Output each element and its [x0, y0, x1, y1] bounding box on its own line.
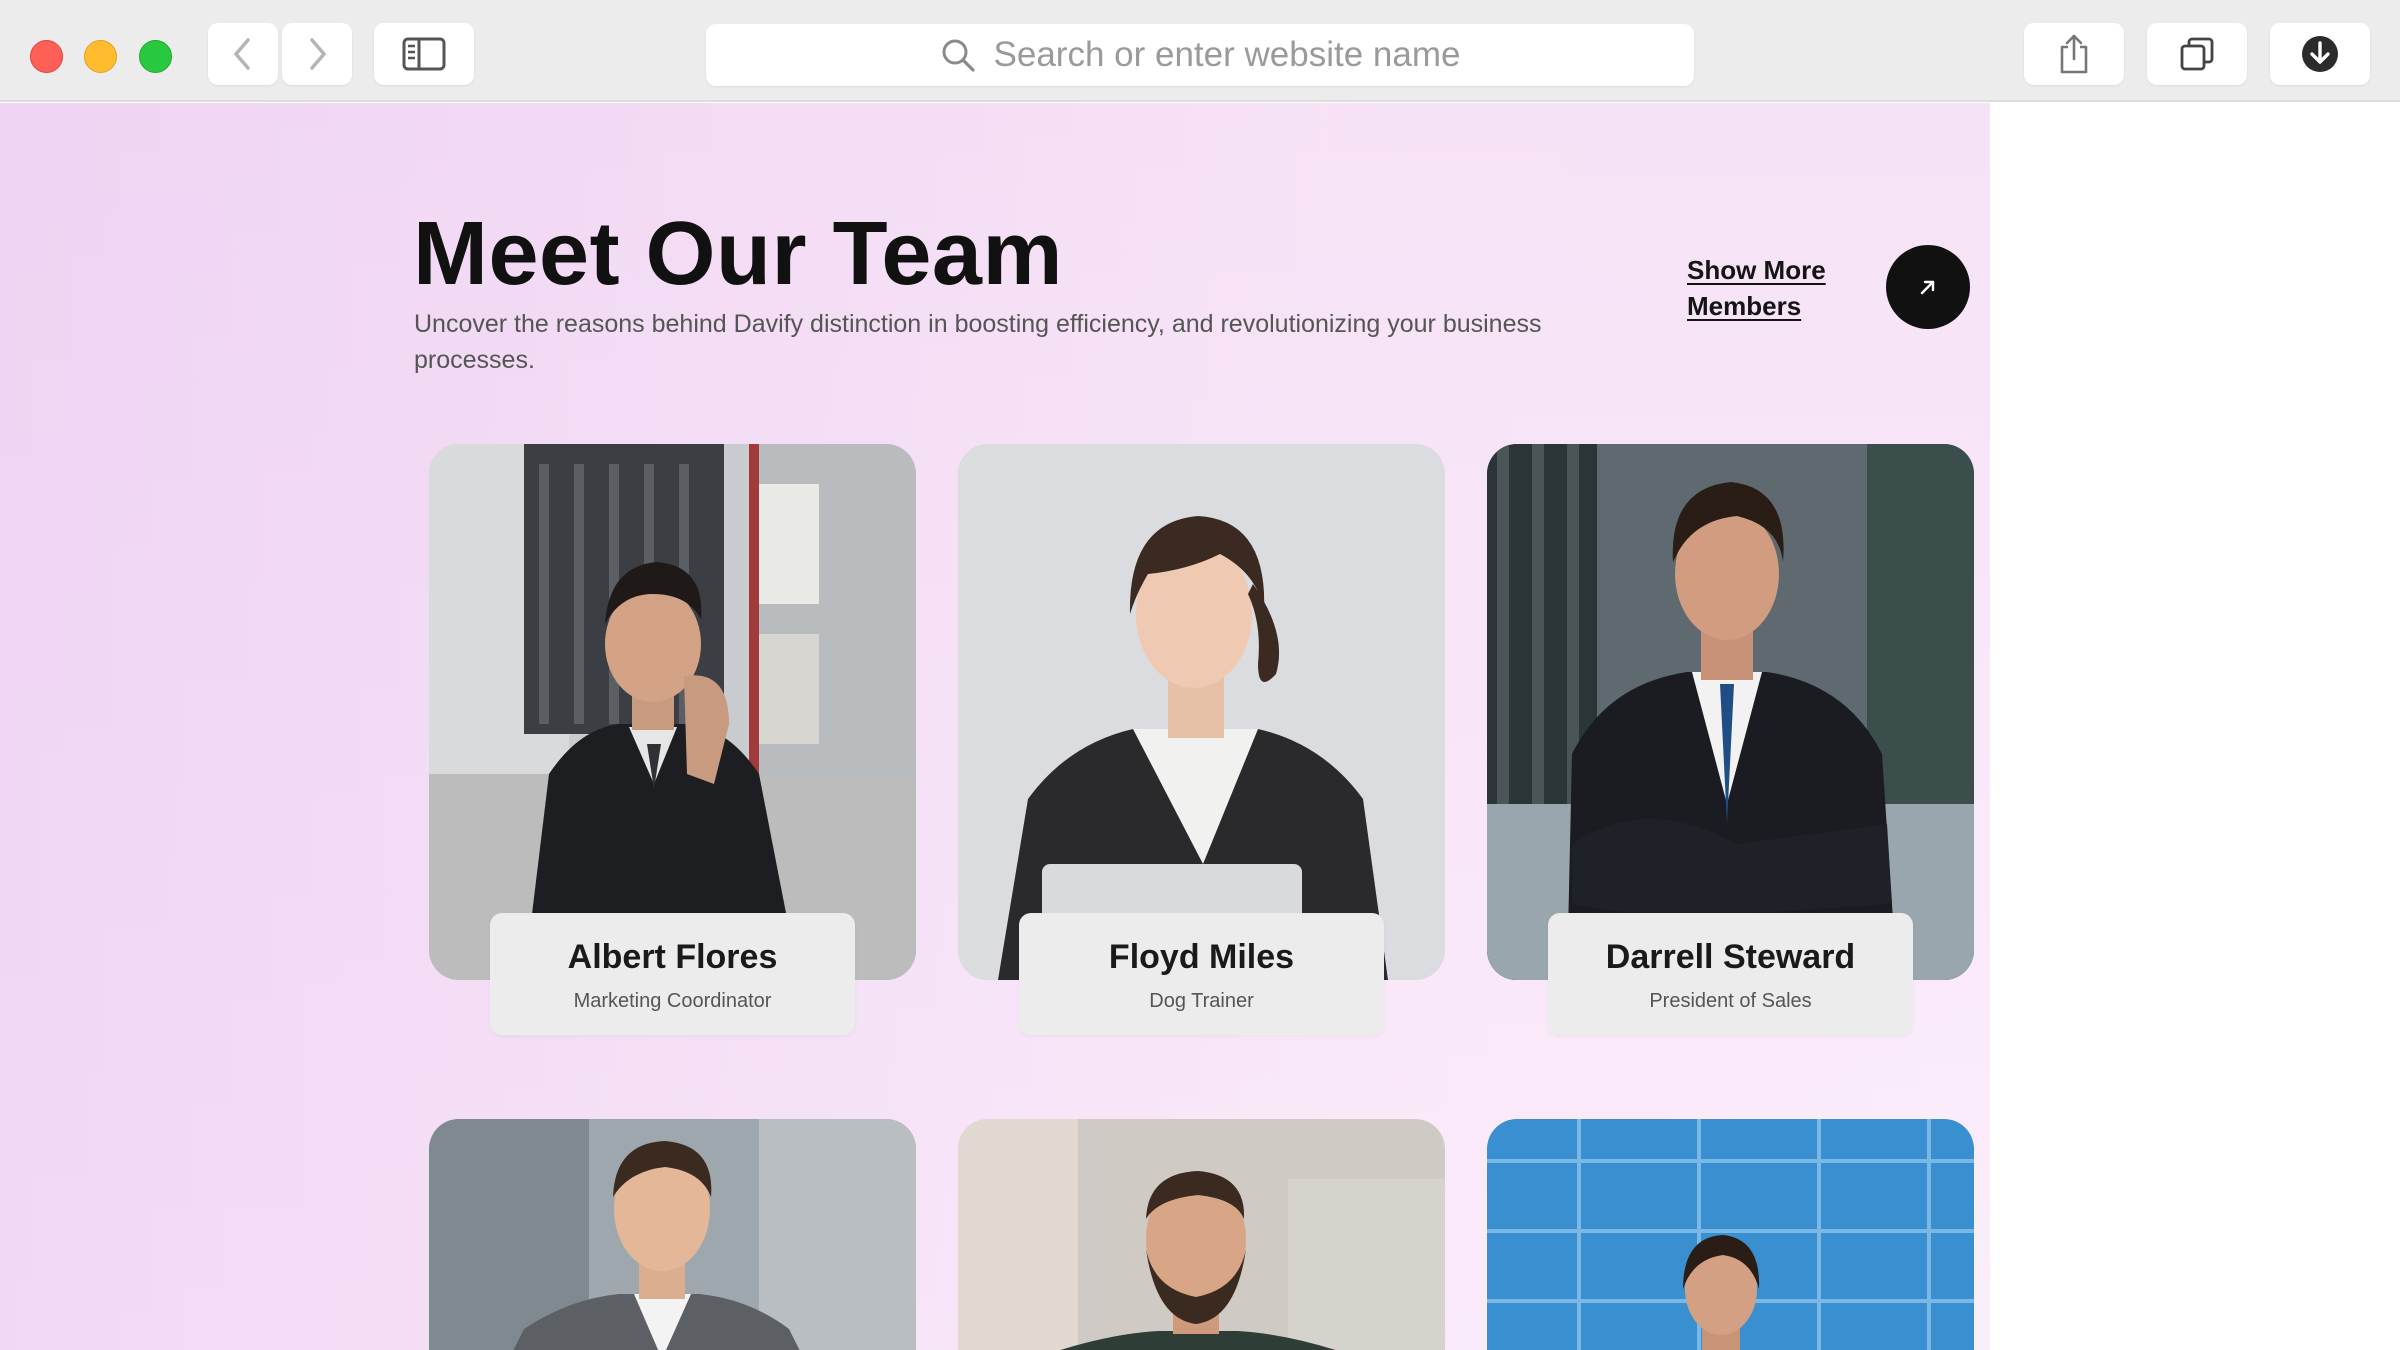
share-icon	[2060, 34, 2088, 74]
team-member-info: Floyd Miles Dog Trainer	[1019, 913, 1384, 1035]
address-bar[interactable]: Search or enter website name	[706, 24, 1694, 86]
page-content: Meet Our Team Uncover the reasons behind…	[0, 103, 2400, 1350]
download-icon	[2302, 36, 2338, 72]
arrow-up-right-icon	[1920, 280, 1935, 295]
tab-overview-button[interactable]	[2147, 23, 2247, 85]
team-card[interactable]	[958, 444, 1445, 980]
team-member-name: Albert Flores	[567, 937, 778, 976]
tabs-icon	[2180, 37, 2214, 71]
sidebar-icon	[402, 37, 446, 71]
team-card[interactable]	[958, 1119, 1445, 1350]
browser-toolbar: Search or enter website name	[0, 0, 2400, 102]
share-button[interactable]	[2024, 23, 2124, 85]
page-title: Meet Our Team	[413, 204, 1063, 304]
team-member-photo	[429, 1119, 916, 1350]
team-card[interactable]	[429, 1119, 916, 1350]
show-more-members-link[interactable]: Show More Members	[1687, 252, 1857, 324]
minimize-window-button[interactable]	[84, 40, 117, 73]
team-member-photo	[958, 1119, 1445, 1350]
team-member-role: Dog Trainer	[1149, 989, 1254, 1012]
team-card[interactable]	[429, 444, 916, 980]
team-member-name: Darrell Steward	[1605, 937, 1856, 976]
page-right-margin	[1990, 103, 2400, 1350]
team-member-role: President of Sales	[1649, 989, 1812, 1012]
forward-icon	[310, 38, 326, 70]
downloads-button[interactable]	[2270, 23, 2370, 85]
forward-button[interactable]	[282, 23, 352, 85]
close-window-button[interactable]	[30, 40, 63, 73]
search-icon	[942, 39, 975, 72]
team-member-role: Marketing Coordinator	[573, 989, 772, 1012]
team-member-name: Floyd Miles	[1108, 937, 1295, 976]
team-member-photo	[958, 444, 1445, 980]
team-member-photo	[1487, 1119, 1974, 1350]
page-subtitle: Uncover the reasons behind Davify distin…	[414, 310, 1542, 374]
team-member-info: Albert Flores Marketing Coordinator	[490, 913, 855, 1035]
team-card[interactable]	[1487, 444, 1974, 980]
team-card[interactable]	[1487, 1119, 1974, 1350]
show-more-arrow-button[interactable]	[1886, 245, 1970, 329]
back-button[interactable]	[208, 23, 278, 85]
back-icon	[234, 38, 250, 70]
team-member-photo	[429, 444, 916, 980]
team-member-photo	[1487, 444, 1974, 980]
address-bar-placeholder: Search or enter website name	[993, 35, 1461, 74]
zoom-window-button[interactable]	[139, 40, 172, 73]
team-member-info: Darrell Steward President of Sales	[1548, 913, 1913, 1035]
sidebar-toggle-button[interactable]	[374, 23, 474, 85]
